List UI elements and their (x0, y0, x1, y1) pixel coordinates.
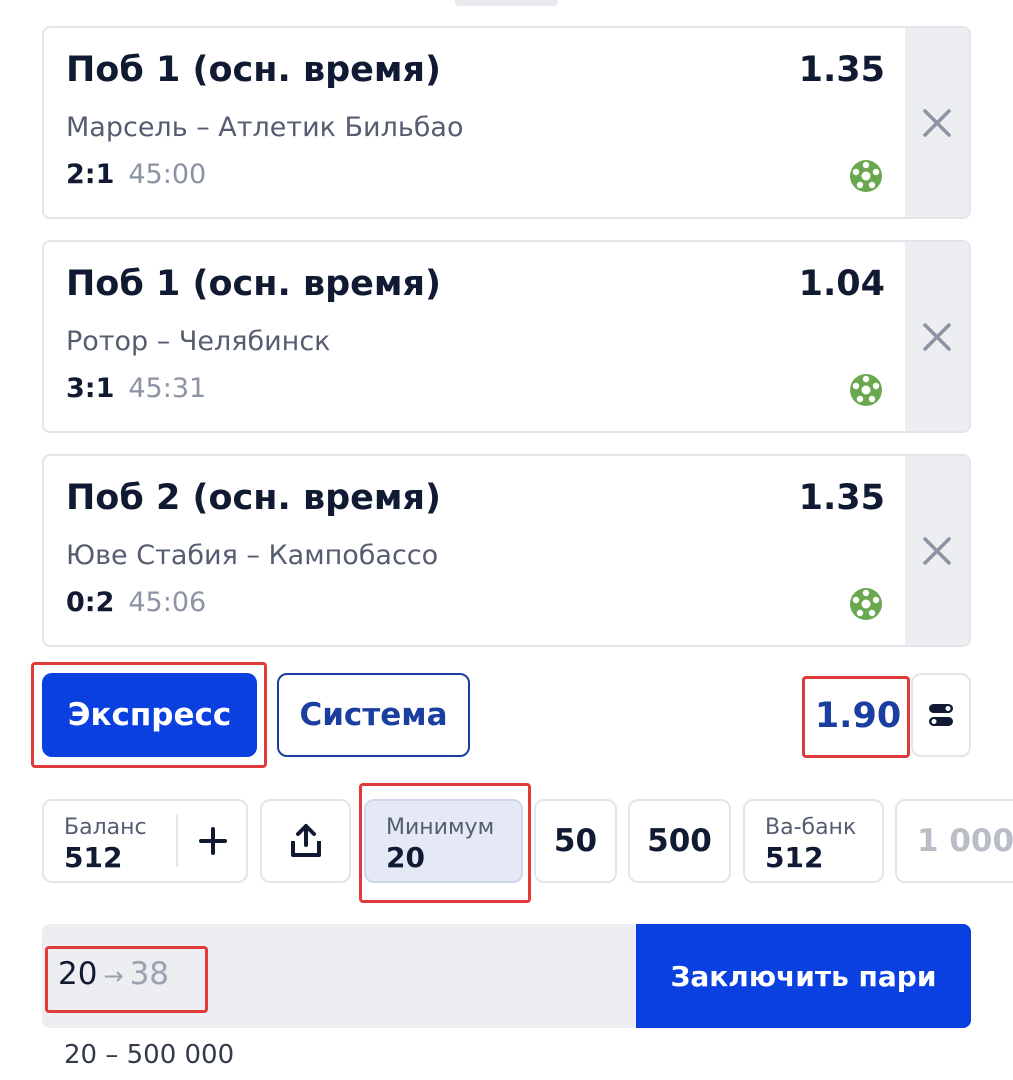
sheet-handle[interactable] (455, 0, 558, 6)
express-mode-button[interactable]: Экспресс (42, 673, 257, 757)
all-in-chip[interactable]: Ва-банк 512 (743, 799, 884, 883)
close-icon (923, 108, 951, 137)
balance-chip: Баланс 512 (42, 799, 248, 883)
balance-label: Баланс (64, 815, 147, 840)
bet-card: Поб 1 (осн. время) 1.04 Ротор – Челябинс… (42, 240, 971, 433)
stake-chip-1000[interactable]: 1 000 (895, 799, 1013, 883)
plus-icon (199, 827, 227, 855)
bet-market: Поб 1 (осн. время) (66, 264, 441, 304)
bet-score-line: 3:1 45:31 (66, 373, 206, 404)
soccer-ball-icon (850, 160, 882, 192)
top-up-button[interactable] (178, 801, 248, 881)
stake-chip-50[interactable]: 50 (534, 799, 617, 883)
soccer-ball-icon (850, 374, 882, 406)
bet-teams: Ротор – Челябинск (66, 326, 331, 357)
stake-limits: 20 – 500 000 (64, 1040, 235, 1070)
toggle-icon (929, 704, 953, 726)
close-icon (923, 536, 951, 565)
place-bet-button[interactable]: Заключить пари (636, 924, 971, 1028)
share-button[interactable] (260, 799, 351, 883)
bet-score-line: 0:2 45:06 (66, 587, 206, 618)
share-icon (290, 824, 321, 857)
stake-chip-500[interactable]: 500 (628, 799, 731, 883)
bet-card: Поб 1 (осн. время) 1.35 Марсель – Атлети… (42, 26, 971, 219)
bet-score: 2:1 (66, 159, 115, 190)
all-in-value: 512 (765, 841, 824, 874)
all-in-label: Ва-банк (765, 815, 857, 840)
min-value: 20 (386, 841, 425, 874)
remove-bet-button[interactable] (905, 242, 969, 431)
bet-teams: Юве Стабия – Кампобассо (66, 540, 439, 571)
bet-time: 45:06 (128, 587, 207, 618)
stake-payout[interactable]: 20 → 38 (58, 956, 169, 992)
bet-market: Поб 1 (осн. время) (66, 50, 441, 90)
bet-teams: Марсель – Атлетик Бильбао (66, 112, 464, 143)
odds-settings-button[interactable] (911, 673, 971, 757)
min-label: Минимум (386, 815, 495, 840)
remove-bet-button[interactable] (905, 28, 969, 217)
stake-chip-1000-label: 1 000 (917, 823, 1013, 859)
min-stake-chip[interactable]: Минимум 20 (364, 799, 523, 883)
bet-score: 0:2 (66, 587, 115, 618)
bet-card: Поб 2 (осн. время) 1.35 Юве Стабия – Кам… (42, 454, 971, 647)
bet-score: 3:1 (66, 373, 115, 404)
arrow-icon: → (103, 962, 124, 990)
stake-amount: 20 (58, 956, 98, 992)
remove-bet-button[interactable] (905, 456, 969, 645)
close-icon (923, 322, 951, 351)
bet-time: 45:00 (128, 159, 207, 190)
total-odds: 1.90 (814, 696, 902, 736)
system-mode-button[interactable]: Система (277, 673, 470, 757)
bet-odds: 1.04 (798, 264, 885, 304)
soccer-ball-icon (850, 588, 882, 620)
potential-payout: 38 (129, 956, 170, 992)
submit-bar: 20 → 38 Заключить пари (42, 924, 971, 1028)
bet-odds: 1.35 (798, 478, 885, 518)
bet-time: 45:31 (128, 373, 207, 404)
bet-market: Поб 2 (осн. время) (66, 478, 441, 518)
bet-odds: 1.35 (798, 50, 885, 90)
balance-value: 512 (64, 841, 123, 874)
bet-score-line: 2:1 45:00 (66, 159, 206, 190)
